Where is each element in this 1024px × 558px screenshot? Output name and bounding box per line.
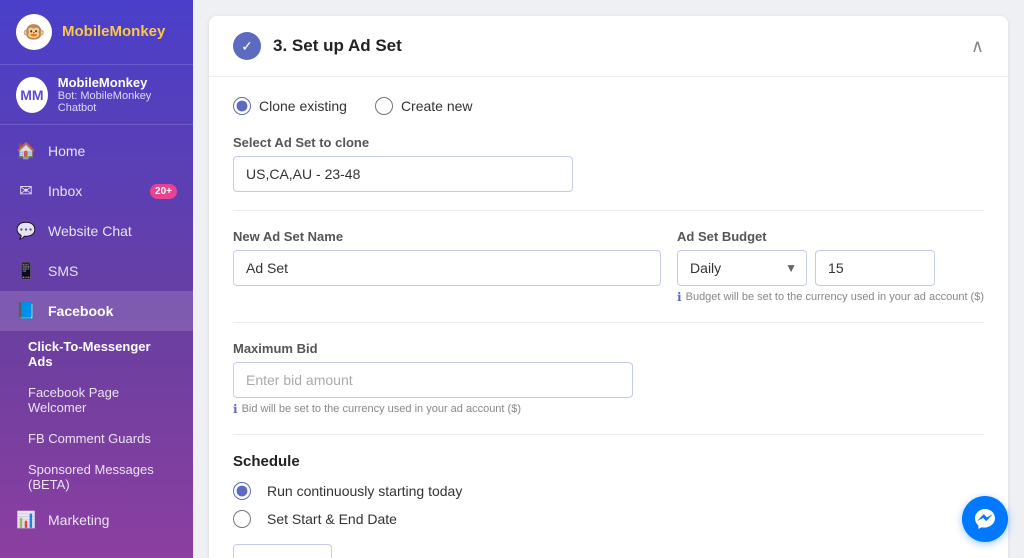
sidebar-label-facebook: Facebook xyxy=(48,303,113,319)
inbox-badge: 20+ xyxy=(150,184,177,199)
sidebar-label-inbox: Inbox xyxy=(48,183,82,199)
select-ad-set-label: Select Ad Set to clone xyxy=(233,135,984,150)
new-ad-set-input[interactable] xyxy=(233,250,661,286)
divider-2 xyxy=(233,322,984,323)
card-header-left: ✓ 3. Set up Ad Set xyxy=(233,32,402,60)
inbox-icon: ✉ xyxy=(16,181,36,201)
facebook-icon: 📘 xyxy=(16,301,36,321)
profile-sub: Bot: MobileMonkey Chatbot xyxy=(58,90,177,114)
create-new-label: Create new xyxy=(401,98,473,114)
sidebar-nav: 🏠 Home ✉ Inbox 20+ 💬 Website Chat 📱 SMS … xyxy=(0,125,193,558)
messenger-icon xyxy=(973,507,997,531)
sms-icon: 📱 xyxy=(16,261,36,281)
sidebar-item-website-chat[interactable]: 💬 Website Chat xyxy=(0,211,193,251)
collapse-button[interactable]: ∧ xyxy=(971,36,984,57)
create-new-option[interactable]: Create new xyxy=(375,97,473,115)
max-bid-label: Maximum Bid xyxy=(233,341,633,356)
ad-set-card: ✓ 3. Set up Ad Set ∧ Clone existing Crea… xyxy=(209,16,1008,558)
max-bid-field: Maximum Bid ℹ Bid will be set to the cur… xyxy=(233,341,633,416)
create-new-radio[interactable] xyxy=(375,97,393,115)
sidebar-label-fb-page-welcomer: Facebook Page Welcomer xyxy=(28,385,177,415)
budget-amount-input[interactable] xyxy=(815,250,935,286)
sidebar-item-inbox[interactable]: ✉ Inbox 20+ xyxy=(0,171,193,211)
profile-info: MobileMonkey Bot: MobileMonkey Chatbot xyxy=(58,75,177,114)
schedule-section: Schedule Run continuously starting today… xyxy=(233,453,984,528)
divider-3 xyxy=(233,434,984,435)
sidebar-label-home: Home xyxy=(48,143,85,159)
schedule-option-1[interactable]: Run continuously starting today xyxy=(233,482,984,500)
sidebar-label-sponsored-messages: Sponsored Messages (BETA) xyxy=(28,462,177,492)
new-ad-set-label: New Ad Set Name xyxy=(233,229,661,244)
sidebar-item-home[interactable]: 🏠 Home xyxy=(0,131,193,171)
select-ad-set-input[interactable] xyxy=(233,156,573,192)
schedule-label-2: Set Start & End Date xyxy=(267,511,397,527)
sidebar-label-sms: SMS xyxy=(48,263,78,279)
sidebar-label-fb-comment-guards: FB Comment Guards xyxy=(28,431,151,446)
card-header: ✓ 3. Set up Ad Set ∧ xyxy=(209,16,1008,77)
sidebar-item-marketing[interactable]: 📊 Marketing xyxy=(0,500,193,540)
schedule-label-1: Run continuously starting today xyxy=(267,483,462,499)
budget-controls: Daily Lifetime ▼ xyxy=(677,250,984,286)
new-ad-set-name-field: New Ad Set Name xyxy=(233,229,661,286)
select-ad-set-field: Select Ad Set to clone xyxy=(233,135,984,192)
sidebar-item-sponsored-messages[interactable]: Sponsored Messages (BETA) xyxy=(0,454,193,500)
clone-existing-label: Clone existing xyxy=(259,98,347,114)
sidebar-item-sms[interactable]: 📱 SMS xyxy=(0,251,193,291)
sidebar: 🐵 MobileMonkey MM MobileMonkey Bot: Mobi… xyxy=(0,0,193,558)
clone-existing-radio[interactable] xyxy=(233,97,251,115)
logo-icon: 🐵 xyxy=(16,14,52,50)
schedule-option-2[interactable]: Set Start & End Date xyxy=(233,510,984,528)
card-title: 3. Set up Ad Set xyxy=(273,36,402,56)
bid-info-icon: ℹ xyxy=(233,402,238,416)
max-bid-input[interactable] xyxy=(233,362,633,398)
sidebar-label-website-chat: Website Chat xyxy=(48,223,132,239)
sidebar-profile[interactable]: MM MobileMonkey Bot: MobileMonkey Chatbo… xyxy=(0,64,193,125)
avatar: MM xyxy=(16,77,48,113)
clone-existing-option[interactable]: Clone existing xyxy=(233,97,347,115)
sidebar-item-fb-comment-guards[interactable]: FB Comment Guards xyxy=(0,423,193,454)
card-body: Clone existing Create new Select Ad Set … xyxy=(209,77,1008,558)
sidebar-label-marketing: Marketing xyxy=(48,512,109,528)
marketing-icon: 📊 xyxy=(16,510,36,530)
sidebar-item-click-to-messenger[interactable]: Click-To-Messenger Ads xyxy=(0,331,193,377)
step-check-icon: ✓ xyxy=(233,32,261,60)
logo-text: MobileMonkey xyxy=(62,24,165,41)
next-button[interactable]: Next xyxy=(233,544,332,558)
clone-create-group: Clone existing Create new xyxy=(233,97,984,115)
messenger-fab[interactable] xyxy=(962,496,1008,542)
profile-name: MobileMonkey xyxy=(58,75,177,90)
budget-type-wrapper: Daily Lifetime ▼ xyxy=(677,250,807,286)
budget-type-select[interactable]: Daily Lifetime xyxy=(677,250,807,286)
name-budget-row: New Ad Set Name Ad Set Budget Daily Life… xyxy=(233,229,984,304)
website-chat-icon: 💬 xyxy=(16,221,36,241)
schedule-radio-2[interactable] xyxy=(233,510,251,528)
divider-1 xyxy=(233,210,984,211)
info-icon: ℹ xyxy=(677,290,682,304)
schedule-radio-1[interactable] xyxy=(233,482,251,500)
sidebar-item-facebook[interactable]: 📘 Facebook xyxy=(0,291,193,331)
sidebar-logo: 🐵 MobileMonkey xyxy=(0,0,193,64)
sidebar-label-click-to-messenger: Click-To-Messenger Ads xyxy=(28,339,177,369)
schedule-title: Schedule xyxy=(233,453,984,470)
sidebar-item-fb-page-welcomer[interactable]: Facebook Page Welcomer xyxy=(0,377,193,423)
home-icon: 🏠 xyxy=(16,141,36,161)
max-bid-hint: ℹ Bid will be set to the currency used i… xyxy=(233,402,633,416)
main-content: ✓ 3. Set up Ad Set ∧ Clone existing Crea… xyxy=(193,0,1024,558)
budget-hint: ℹ Budget will be set to the currency use… xyxy=(677,290,984,304)
budget-label: Ad Set Budget xyxy=(677,229,984,244)
budget-field: Ad Set Budget Daily Lifetime ▼ ℹ xyxy=(677,229,984,304)
